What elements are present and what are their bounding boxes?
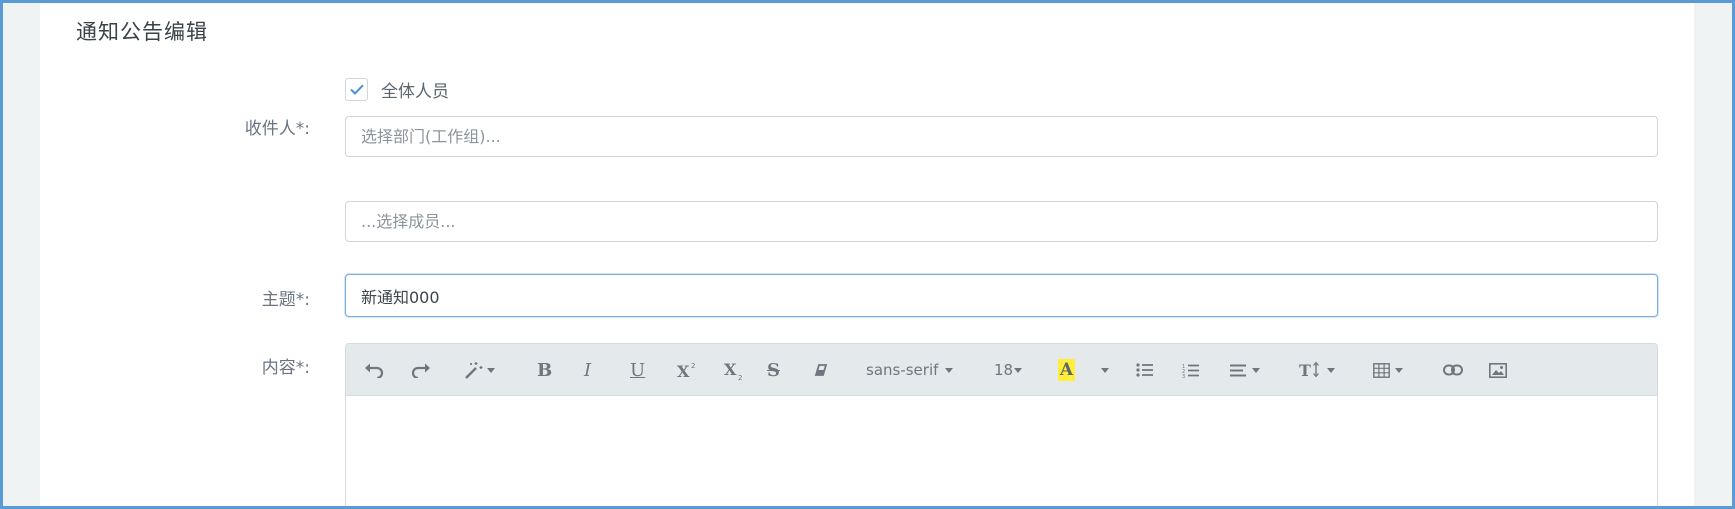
highlight-color-button[interactable]: A [1058,356,1075,384]
subscript-icon: X2 [724,360,742,381]
department-select-input[interactable] [345,116,1658,157]
eraser-icon [814,364,828,376]
editor-toolbar: B I U X2 X2 S sans-serif 18 A 1 2 3 T [346,344,1657,396]
font-family-dropdown[interactable]: sans-serif [866,356,954,384]
main-panel: 通知公告编辑 收件人*: 全体人员 主题*: 内容*: [40,0,1694,509]
line-height-dropdown[interactable]: T [1299,356,1335,384]
unordered-list-icon [1136,363,1153,377]
strikethrough-button[interactable]: S [767,356,780,384]
font-size-dropdown[interactable]: 18 [994,356,1023,384]
ordered-list-icon: 123 [1182,364,1199,378]
insert-image-button[interactable] [1489,356,1507,384]
insert-table-dropdown[interactable] [1373,356,1403,384]
editor-content-area[interactable] [346,396,1657,509]
member-select-input[interactable] [345,201,1658,242]
rich-text-editor: B I U X2 X2 S sans-serif 18 A 1 2 3 T [345,343,1658,509]
subscript-button[interactable]: X2 [723,356,745,384]
subject-label: 主题*: [261,290,310,310]
highlight-icon: A [1058,359,1075,381]
all-members-row: 全体人员 [345,77,449,102]
underline-button[interactable]: U [630,356,645,384]
all-members-checkbox[interactable] [345,78,368,101]
redo-button[interactable] [411,356,431,384]
paragraph-align-dropdown[interactable] [1230,356,1260,384]
underline-icon: U [630,359,646,381]
highlight-color-dropdown[interactable] [1097,356,1109,384]
chevron-down-icon [1101,367,1109,373]
italic-icon: I [584,359,592,381]
font-size-value: 18 [994,361,1014,379]
strikethrough-icon: S [767,359,780,381]
italic-button[interactable]: I [584,356,591,384]
superscript-icon: X2 [677,362,695,380]
svg-text:2: 2 [738,374,742,381]
svg-text:3: 3 [1182,374,1185,378]
svg-text:2: 2 [691,362,695,370]
all-members-label: 全体人员 [381,82,449,102]
insert-link-button[interactable] [1443,356,1463,384]
undo-button[interactable] [364,356,384,384]
link-icon [1443,364,1463,376]
recipients-label: 收件人*: [244,119,310,139]
style-magic-button[interactable] [463,356,495,384]
table-icon [1373,362,1390,378]
undo-icon [365,363,384,378]
ordered-list-button[interactable]: 123 [1182,356,1200,384]
page-title: 通知公告编辑 [76,20,208,44]
bold-button[interactable]: B [537,356,552,384]
content-label: 内容*: [261,358,310,378]
bold-icon: B [537,359,553,381]
font-family-value: sans-serif [866,361,939,379]
svg-text:T: T [1299,361,1311,379]
unordered-list-button[interactable] [1136,356,1154,384]
svg-text:X: X [677,362,690,380]
subject-input[interactable] [345,274,1658,317]
line-height-icon: T [1299,361,1319,379]
superscript-button[interactable]: X2 [676,356,698,384]
align-icon [1230,364,1246,376]
svg-text:X: X [724,360,737,379]
magic-wand-icon [465,362,483,379]
image-icon [1489,362,1507,378]
redo-icon [411,363,430,378]
checkmark-icon [349,84,364,95]
clear-format-button[interactable] [813,356,829,384]
